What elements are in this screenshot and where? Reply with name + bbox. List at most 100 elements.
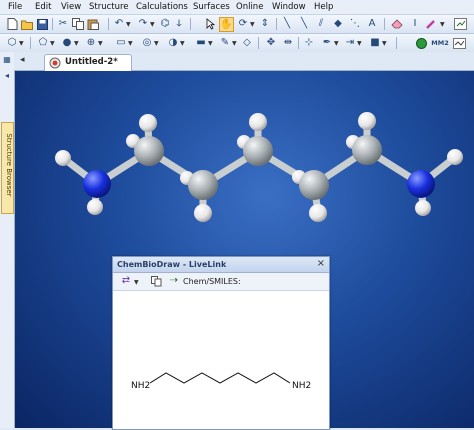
center-icon[interactable]: ⇹: [281, 36, 295, 50]
rotate-dropdown-icon[interactable]: ▼: [250, 21, 255, 28]
double-bond-icon[interactable]: ⫽: [314, 17, 328, 31]
sync-icon[interactable]: ⇄: [119, 274, 133, 288]
panel-collapse-icon[interactable]: ◂: [1, 70, 13, 82]
menu-edit[interactable]: Edit: [35, 1, 51, 13]
sync-dropdown-icon[interactable]: ▼: [134, 279, 139, 286]
minimize-icon[interactable]: [452, 36, 466, 50]
menu-online[interactable]: Online: [236, 1, 263, 13]
livelink-drawing-area[interactable]: NH2 NH2: [113, 291, 329, 429]
plane-dropdown-icon[interactable]: ▼: [334, 40, 339, 47]
mm2-icon[interactable]: MM2: [431, 36, 448, 50]
fit-dropdown-icon[interactable]: ▼: [357, 40, 362, 47]
plane-icon[interactable]: ✒: [320, 36, 334, 50]
menu-surfaces[interactable]: Surfaces: [193, 1, 230, 13]
color-dropdown-icon[interactable]: ▼: [440, 21, 445, 28]
dashed-bond-icon[interactable]: ⋱: [348, 17, 362, 31]
nh2-left-label: NH2: [131, 381, 151, 391]
single-bond-icon[interactable]: ╲: [297, 17, 311, 31]
menu-calculations[interactable]: Calculations: [136, 1, 188, 13]
open-file-icon[interactable]: [20, 17, 34, 31]
menu-view[interactable]: View: [61, 1, 81, 13]
ring-icon[interactable]: ⬡: [5, 36, 19, 50]
hydrogen-atom: [309, 204, 327, 222]
stop-icon[interactable]: [414, 36, 428, 50]
surface-dropdown-icon[interactable]: ▼: [180, 40, 185, 47]
hydrogen-atom: [249, 113, 267, 131]
wire-icon[interactable]: ◎: [140, 36, 154, 50]
triple-bond-icon[interactable]: ◆: [331, 17, 345, 31]
fit-icon[interactable]: ⇥: [343, 36, 357, 50]
livelink-title: ChemBioDraw - LiveLink: [117, 260, 227, 269]
color-icon[interactable]: [424, 17, 438, 31]
text-tool-icon[interactable]: ↆ: [172, 17, 186, 31]
new-file-icon[interactable]: [5, 17, 19, 31]
close-icon[interactable]: ×: [317, 258, 325, 269]
label-icon[interactable]: ▬: [194, 36, 208, 50]
atom-style-icon[interactable]: ⬠: [36, 36, 50, 50]
carbon-atom: [299, 170, 329, 200]
ball-stick-icon[interactable]: ⊕: [84, 36, 98, 50]
copy-icon[interactable]: [149, 274, 163, 288]
undo-icon[interactable]: ↶: [112, 17, 126, 31]
toolbar-separator: [258, 37, 259, 49]
text-icon[interactable]: I: [408, 17, 422, 31]
ball-stick-dropdown-icon[interactable]: ▼: [98, 40, 103, 47]
cylinder-dropdown-icon[interactable]: ▼: [128, 40, 133, 47]
move-icon[interactable]: ✥: [264, 36, 278, 50]
eraser-icon[interactable]: [390, 17, 404, 31]
hand-icon[interactable]: ✋: [219, 17, 234, 32]
hydrogen-atom: [415, 200, 431, 216]
smiles-arrow-icon[interactable]: ⇢: [167, 274, 181, 288]
hydrogen-atom: [358, 112, 376, 130]
bond-tool-icon[interactable]: ╲: [280, 17, 294, 31]
toolbar-separator: [108, 18, 109, 30]
tab-scroll-icon[interactable]: ◂: [20, 55, 25, 65]
hydrogen-atom: [87, 199, 103, 215]
atom-style-dropdown-icon[interactable]: ▼: [50, 40, 55, 47]
save-icon[interactable]: [35, 17, 49, 31]
stick-dropdown-icon[interactable]: ▼: [74, 40, 79, 47]
paste-icon[interactable]: [86, 17, 100, 31]
side-panel: ▦ ◂ Structure Browser: [0, 52, 15, 428]
clip-icon[interactable]: ⊹: [302, 36, 316, 50]
small-molecule-icon[interactable]: ⌬: [158, 17, 172, 31]
redo-dropdown-icon[interactable]: ▼: [150, 21, 155, 28]
measure-icon[interactable]: ✎: [218, 36, 232, 50]
translate-icon[interactable]: ⇕: [258, 17, 272, 31]
stick-style-icon[interactable]: ●: [60, 36, 74, 50]
menu-window[interactable]: Window: [272, 1, 306, 13]
document-icon: [49, 57, 61, 69]
cylinder-icon[interactable]: ▭: [114, 36, 128, 50]
menu-file[interactable]: File: [8, 1, 22, 13]
color-atom-dropdown-icon[interactable]: ▼: [382, 40, 387, 47]
toolbar-separator: [276, 18, 277, 30]
panel-grid-icon[interactable]: ▦: [1, 54, 13, 66]
menu-help[interactable]: Help: [314, 1, 333, 13]
tab-untitled-2[interactable]: Untitled-2*: [44, 54, 132, 71]
copy-icon[interactable]: [71, 17, 85, 31]
hydrogen-atom: [194, 204, 212, 222]
wedge-icon[interactable]: A: [365, 17, 379, 31]
main-toolbar: ✂ ↶ ▼ ↷ ▼ ⌬ ↆ ✋ ⟳ ▼ ⇕ ╲ ╲ ⫽ ◆ ⋱ A I ▼: [0, 15, 474, 34]
measure-dropdown-icon[interactable]: ▼: [232, 40, 237, 47]
structure-browser-tab[interactable]: Structure Browser: [1, 122, 14, 214]
label-dropdown-icon[interactable]: ▼: [208, 40, 213, 47]
select-arrow-icon[interactable]: [203, 17, 217, 31]
align-icon[interactable]: ◇: [240, 36, 254, 50]
browser-icon[interactable]: [453, 17, 467, 31]
redo-icon[interactable]: ↷: [136, 17, 150, 31]
livelink-toolbar: ⇄ ▼ ⇢ Chem/SMILES:: [113, 273, 329, 291]
menu-structure[interactable]: Structure: [89, 1, 129, 13]
hydrogen-atoms: [55, 112, 463, 222]
cut-icon[interactable]: ✂: [56, 17, 70, 31]
rotate-icon[interactable]: ⟳: [236, 17, 250, 31]
wire-dropdown-icon[interactable]: ▼: [154, 40, 159, 47]
carbon-atom: [352, 135, 382, 165]
document-tab-label: Untitled-2*: [65, 57, 118, 67]
color-atom-icon[interactable]: ■: [368, 36, 382, 50]
undo-dropdown-icon[interactable]: ▼: [126, 21, 131, 28]
ring-dropdown-icon[interactable]: ▼: [19, 40, 24, 47]
structure-2d-drawing: [149, 372, 291, 384]
surface-icon[interactable]: ◑: [166, 36, 180, 50]
hydrogen-atom: [55, 150, 71, 166]
